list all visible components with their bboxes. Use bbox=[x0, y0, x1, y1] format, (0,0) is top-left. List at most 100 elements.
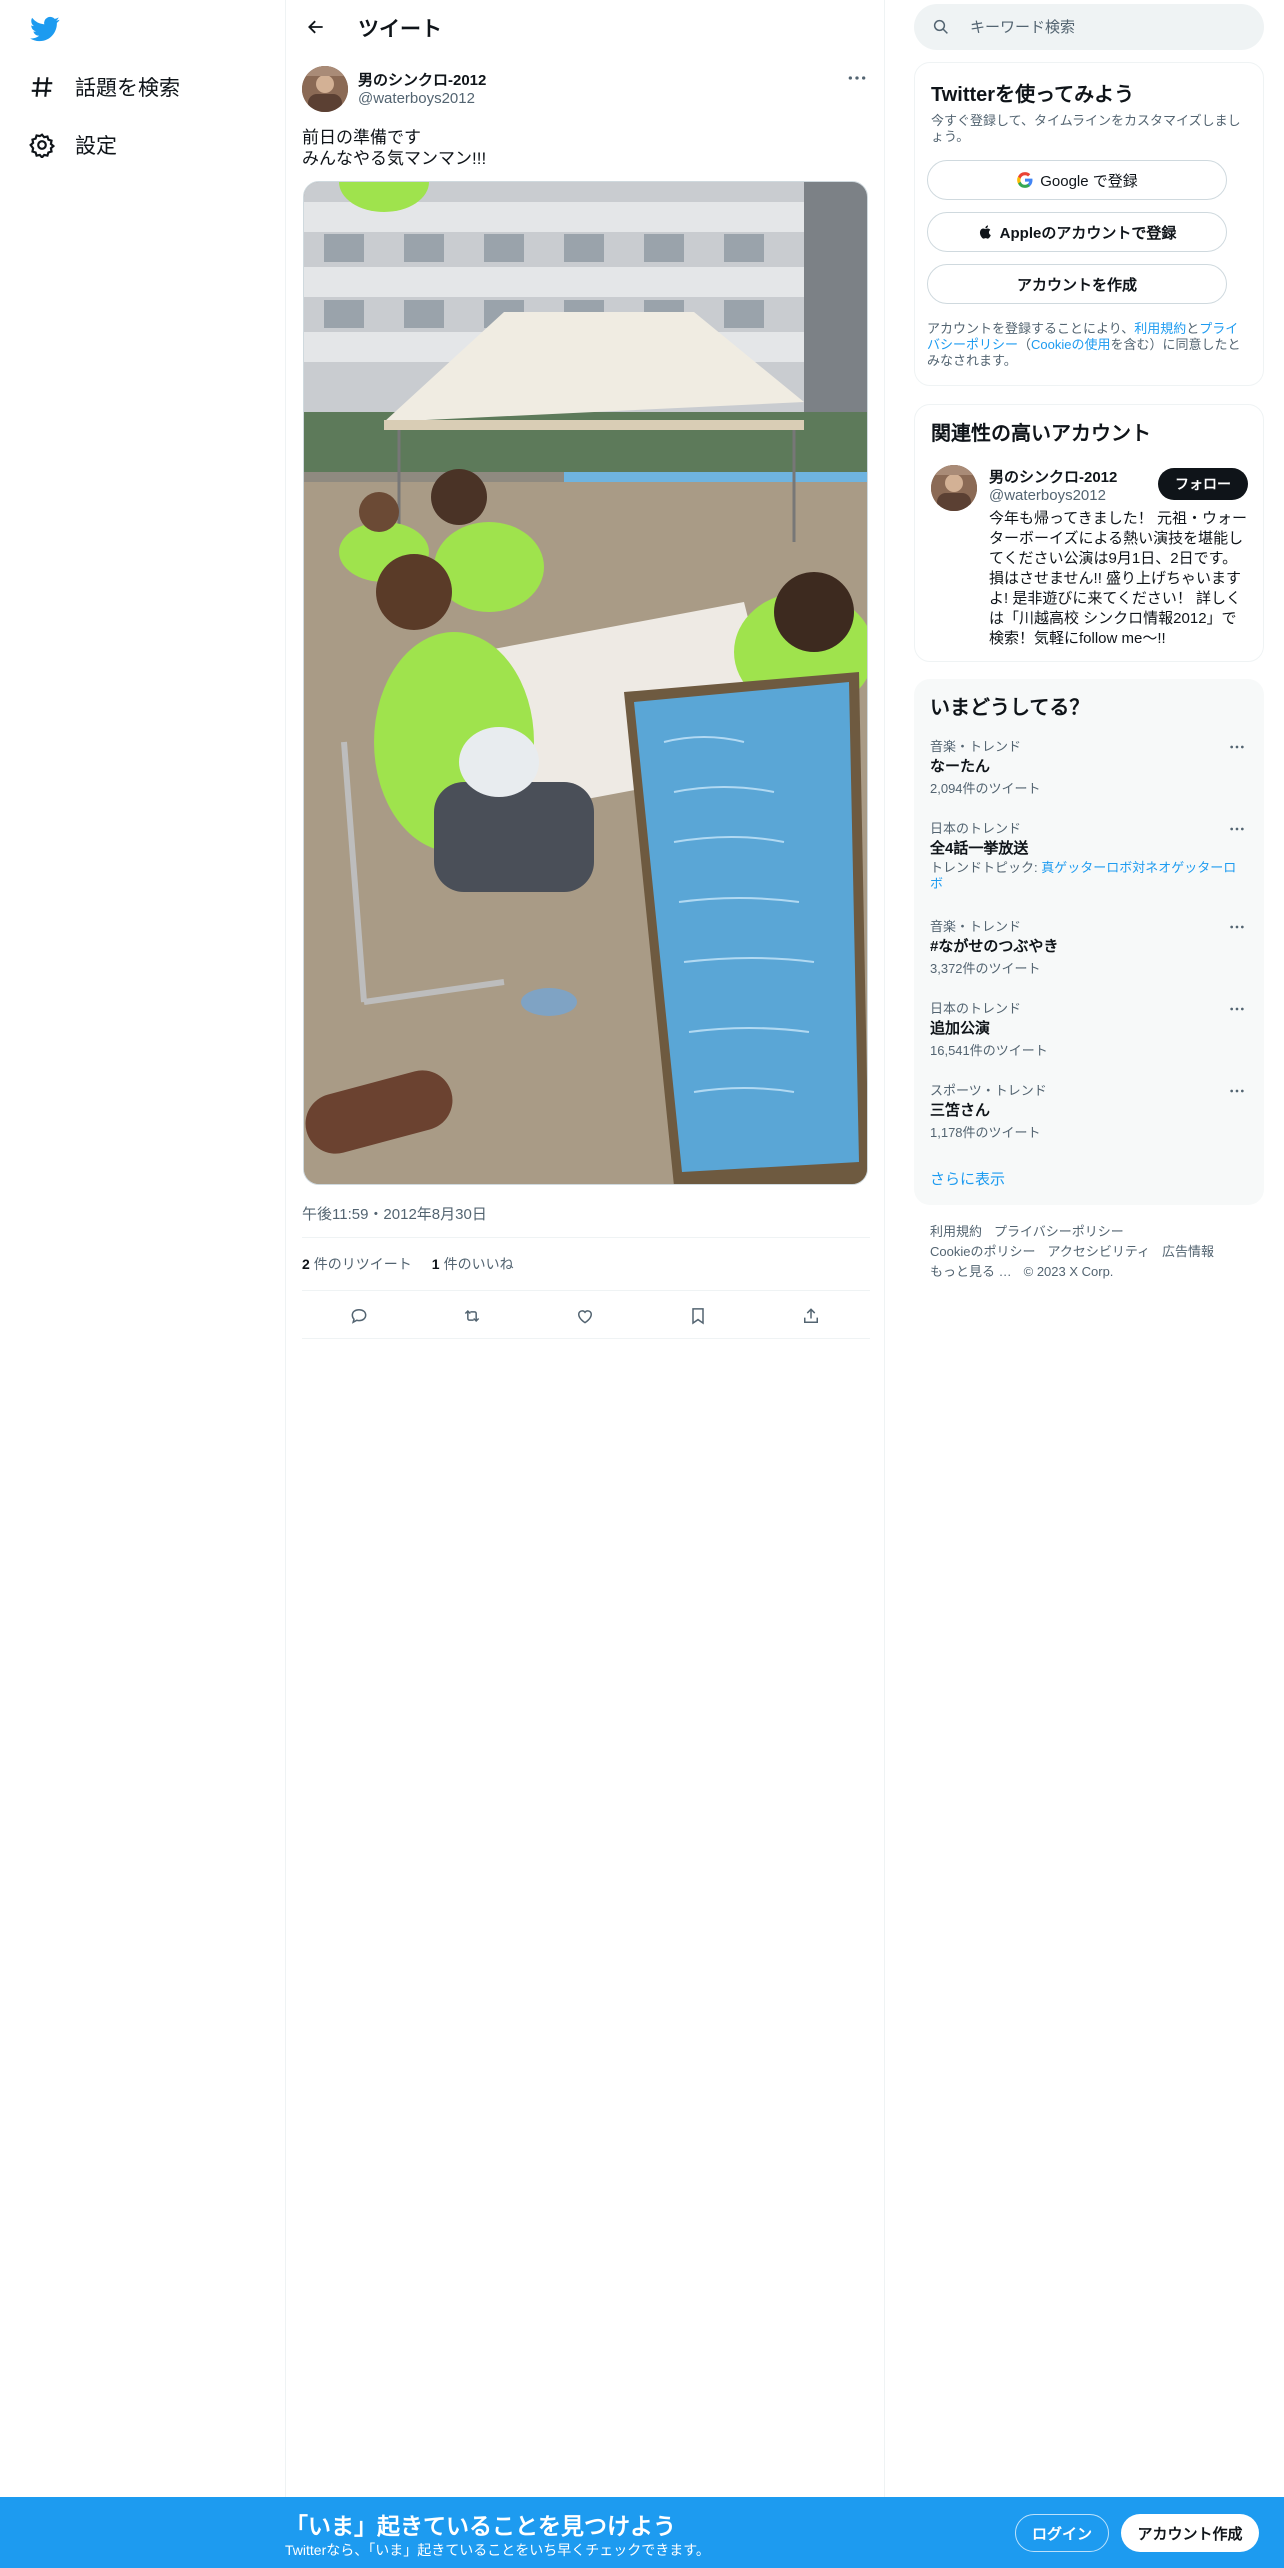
legal-notice: アカウントを登録することにより、利用規約とプライバシーポリシー（Cookieの使… bbox=[927, 321, 1245, 369]
signup-button[interactable]: アカウント作成 bbox=[1121, 2514, 1259, 2552]
back-arrow-icon bbox=[308, 20, 323, 34]
trend-item[interactable]: スポーツ・トレンド 三笘さん 1,178件のツイート bbox=[914, 1080, 1264, 1150]
trend-name: 三笘さん bbox=[930, 1102, 991, 1119]
cookie-link[interactable]: Cookieの使用 bbox=[1031, 337, 1110, 352]
related-title: 関連性の高いアカウント bbox=[931, 423, 1151, 445]
trend-item[interactable]: 音楽・トレンド #ながせのつぶやき 3,372件のツイート bbox=[914, 916, 1264, 986]
footer-link[interactable]: アクセシビリティ bbox=[1047, 1244, 1150, 1259]
trend-name: #ながせのつぶやき bbox=[930, 938, 1059, 955]
nav-explore[interactable]: 話題を検索 bbox=[28, 67, 180, 107]
related-name[interactable]: 男のシンクロ-2012 bbox=[989, 466, 1117, 487]
signup-card: Twitterを使ってみよう 今すぐ登録して、タイムラインをカスタマイズしましょ… bbox=[914, 62, 1264, 386]
more-dots-icon[interactable] bbox=[1224, 918, 1250, 936]
trend-count: 16,541件のツイート bbox=[930, 1043, 1048, 1058]
divider bbox=[302, 1338, 870, 1339]
trend-meta: スポーツ・トレンド bbox=[930, 1083, 1047, 1098]
signup-card-subtitle: 今すぐ登録して、タイムラインをカスタマイズしましょう。 bbox=[931, 113, 1241, 144]
signup-banner: 「いま」起きていることを見つけよう Twitterなら、「いま」起きていることを… bbox=[0, 2497, 1284, 2568]
trend-count: 1,178件のツイート bbox=[930, 1125, 1041, 1140]
tweet-photo[interactable] bbox=[303, 181, 868, 1185]
copyright: © 2023 X Corp. bbox=[1023, 1264, 1114, 1279]
signup-card-title: Twitterを使ってみよう bbox=[931, 84, 1135, 106]
nav-settings[interactable]: 設定 bbox=[28, 125, 117, 165]
footer-links: 利用規約 プライバシーポリシー Cookieのポリシー アクセシビリティ 広告情報 も… bbox=[930, 1222, 1250, 1282]
hashtag-icon bbox=[28, 73, 56, 101]
like-icon[interactable] bbox=[570, 1301, 600, 1331]
author-name[interactable]: 男のシンクロ-2012 bbox=[358, 69, 486, 90]
footer-link[interactable]: もっと見る … bbox=[930, 1264, 1012, 1279]
trend-count: 2,094件のツイート bbox=[930, 781, 1041, 796]
search-icon bbox=[933, 19, 948, 34]
follow-button[interactable]: フォロー bbox=[1158, 468, 1248, 500]
related-handle[interactable]: @waterboys2012 bbox=[989, 487, 1106, 504]
retweets-stat[interactable]: 2 件のリツイート bbox=[302, 1254, 412, 1274]
trend-item[interactable]: 日本のトレンド 追加公演 16,541件のツイート bbox=[914, 998, 1264, 1068]
tweet-text: 前日の準備です みんなやる気マンマン!!! bbox=[302, 127, 486, 169]
trend-topic-prefix: トレンドトピック: bbox=[930, 860, 1042, 875]
legal-prefix: アカウントを登録することにより、 bbox=[927, 321, 1135, 336]
more-dots-icon[interactable] bbox=[1224, 820, 1250, 838]
banner-subtitle: Twitterなら、「いま」起きていることをいち早くチェックできます。 bbox=[285, 2542, 710, 2558]
trend-meta: 音楽・トレンド bbox=[930, 919, 1022, 934]
retweets-count: 2 bbox=[302, 1256, 310, 1272]
show-more-link[interactable]: さらに表示 bbox=[930, 1168, 1005, 1189]
back-button[interactable] bbox=[298, 10, 334, 44]
footer-link[interactable]: 広告情報 bbox=[1162, 1244, 1214, 1259]
divider bbox=[302, 1237, 870, 1238]
trend-name: 追加公演 bbox=[930, 1020, 991, 1037]
more-dots-icon[interactable] bbox=[1224, 1000, 1250, 1018]
create-account-button[interactable]: アカウントを作成 bbox=[927, 264, 1227, 304]
trend-meta: 日本のトレンド bbox=[930, 1001, 1022, 1016]
trend-item[interactable]: 音楽・トレンド なーたん 2,094件のツイート bbox=[914, 736, 1264, 806]
more-dots-icon[interactable] bbox=[1224, 738, 1250, 756]
google-signup-label: Google で登録 bbox=[1040, 172, 1138, 190]
retweet-icon[interactable] bbox=[457, 1301, 487, 1331]
trends-card: いまどうしてる？ 音楽・トレンド なーたん 2,094件のツイート 日本のトレン… bbox=[914, 679, 1264, 1205]
google-signup-button[interactable]: Google で登録 bbox=[927, 160, 1227, 200]
likes-label: 件のいいね bbox=[443, 1256, 514, 1272]
tweet-author: 男のシンクロ-2012 @waterboys2012 bbox=[302, 64, 872, 114]
retweets-label: 件のリツイート bbox=[313, 1256, 412, 1272]
legal-and: と bbox=[1186, 321, 1200, 336]
tweet-actions bbox=[302, 1295, 870, 1335]
author-handle[interactable]: @waterboys2012 bbox=[358, 90, 475, 107]
avatar[interactable] bbox=[931, 465, 977, 511]
likes-stat[interactable]: 1 件のいいね bbox=[432, 1254, 514, 1274]
tweet-stats: 2 件のリツイート 1 件のいいね bbox=[302, 1254, 534, 1274]
left-nav: 話題を検索 設定 bbox=[0, 0, 285, 2568]
trend-count: 3,372件のツイート bbox=[930, 961, 1041, 976]
footer-link[interactable]: Cookieのポリシー bbox=[930, 1244, 1035, 1259]
apple-icon bbox=[978, 223, 994, 241]
login-button[interactable]: ログイン bbox=[1015, 2514, 1109, 2552]
trend-meta: 日本のトレンド bbox=[930, 821, 1022, 836]
legal-open: （ bbox=[1018, 337, 1032, 352]
avatar[interactable] bbox=[302, 66, 348, 112]
main-header: ツイート bbox=[286, 0, 886, 54]
footer-link[interactable]: プライバシーポリシー bbox=[994, 1224, 1124, 1239]
more-dots-icon[interactable] bbox=[1224, 1082, 1250, 1100]
search-input[interactable] bbox=[970, 15, 1240, 39]
related-accounts-card: 関連性の高いアカウント 男のシンクロ-2012 @waterboys2012 フ… bbox=[914, 404, 1264, 662]
reply-icon[interactable] bbox=[344, 1301, 374, 1331]
search-box[interactable] bbox=[914, 4, 1264, 50]
bookmark-icon[interactable] bbox=[683, 1301, 713, 1331]
trend-name: 全4話一挙放送 bbox=[930, 840, 1029, 857]
tweet-timestamp[interactable]: 午後11:59・2012年8月30日 bbox=[302, 1203, 487, 1224]
create-account-label: アカウントを作成 bbox=[1016, 276, 1137, 294]
apple-signup-label: Appleのアカウントで登録 bbox=[999, 224, 1177, 242]
trend-name: なーたん bbox=[930, 758, 991, 775]
more-options-button[interactable] bbox=[842, 66, 872, 90]
more-dots-icon bbox=[848, 76, 866, 80]
apple-signup-button[interactable]: Appleのアカウントで登録 bbox=[927, 212, 1227, 252]
tweet-text-line: 前日の準備です bbox=[302, 128, 421, 147]
share-icon[interactable] bbox=[796, 1301, 826, 1331]
trend-topic: トレンドトピック: 真ゲッターロボ対ネオゲッターロボ bbox=[930, 860, 1248, 892]
trend-meta: 音楽・トレンド bbox=[930, 739, 1022, 754]
twitter-bird-icon[interactable] bbox=[28, 14, 62, 44]
terms-link[interactable]: 利用規約 bbox=[1134, 321, 1186, 336]
nav-settings-label: 設定 bbox=[75, 135, 117, 158]
page-title: ツイート bbox=[358, 18, 442, 41]
footer-link[interactable]: 利用規約 bbox=[930, 1224, 982, 1239]
likes-count: 1 bbox=[431, 1256, 440, 1272]
trend-item[interactable]: 日本のトレンド 全4話一挙放送 トレンドトピック: 真ゲッターロボ対ネオゲッター… bbox=[914, 818, 1264, 904]
